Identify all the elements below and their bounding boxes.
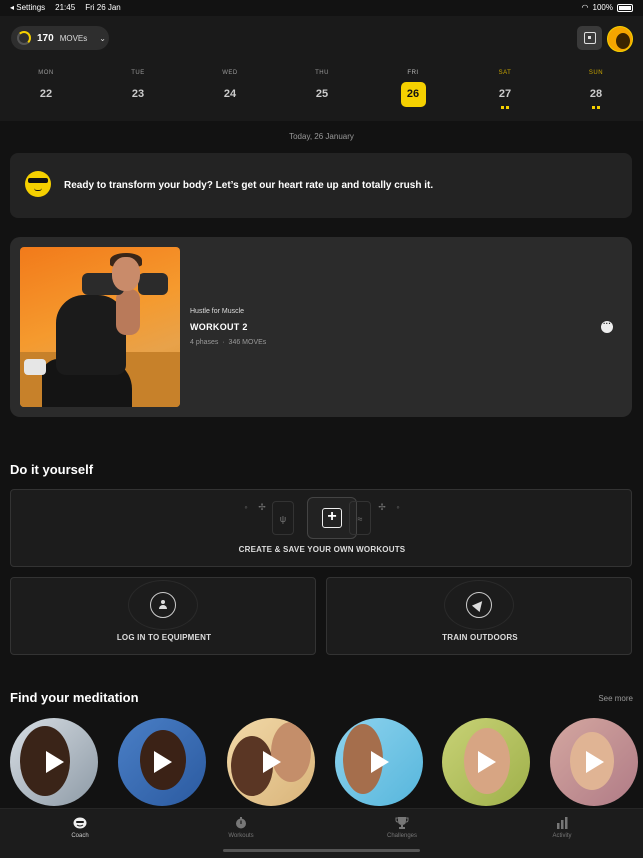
- day-name: THU: [315, 70, 329, 76]
- weights-icon: ψ: [272, 501, 294, 535]
- wifi-icon: ◠: [581, 3, 589, 12]
- create-workout-card[interactable]: ◦ ✢ ψ + ≈ ✢ ◦ CREATE & SAVE YOUR OWN WOR…: [10, 489, 632, 567]
- day-mon[interactable]: MON 22: [21, 70, 71, 107]
- more-options-icon[interactable]: ···: [601, 320, 613, 333]
- status-bar: ◂ Settings 21:45 Fri 26 Jan ◠ 100%: [0, 0, 643, 16]
- day-name: SUN: [588, 70, 604, 76]
- battery-icon: [617, 3, 633, 12]
- tab-label: Workouts: [228, 833, 254, 839]
- meditation-section-title: Find your meditation: [10, 690, 139, 705]
- day-date: 24: [223, 88, 237, 100]
- tab-label: Coach: [71, 833, 89, 839]
- see-more-link[interactable]: See more: [598, 694, 633, 703]
- workouts-icon: [236, 817, 246, 829]
- day-fri-today[interactable]: FRI 26: [388, 70, 438, 107]
- day-name: SAT: [498, 70, 512, 76]
- user-circle-icon: [150, 592, 176, 618]
- tab-workouts[interactable]: Workouts: [201, 817, 281, 839]
- day-date: 23: [131, 88, 145, 100]
- scan-button[interactable]: [577, 26, 602, 50]
- back-to-settings-link[interactable]: ◂ Settings: [10, 3, 45, 12]
- train-outdoors-label: TRAIN OUTDOORS: [442, 633, 518, 642]
- cycle-icon: ◦: [244, 502, 248, 512]
- workout-image: [20, 247, 180, 407]
- moves-unit: MOVEs: [59, 33, 88, 43]
- play-icon: [263, 751, 281, 773]
- day-date: 28: [589, 88, 603, 100]
- home-indicator: [223, 849, 420, 852]
- tab-label: Activity: [552, 833, 572, 839]
- meditation-item[interactable]: [10, 718, 98, 806]
- workout-card[interactable]: Hustle for Muscle WORKOUT 2 4 phases · 3…: [10, 237, 632, 417]
- status-time: 21:45: [55, 3, 76, 12]
- tab-coach[interactable]: Coach: [40, 817, 120, 839]
- battery-percent: 100%: [592, 3, 613, 12]
- day-sat[interactable]: SAT 27: [480, 70, 530, 110]
- day-wed[interactable]: WED 24: [205, 70, 255, 107]
- day-name: MON: [38, 70, 54, 76]
- tab-challenges[interactable]: Challenges: [362, 817, 442, 839]
- meditation-item[interactable]: [227, 718, 315, 806]
- day-name: TUE: [131, 70, 145, 76]
- create-workout-label: CREATE & SAVE YOUR OWN WORKOUTS: [238, 545, 406, 554]
- meditation-item[interactable]: [335, 718, 423, 806]
- meditation-item[interactable]: [442, 718, 530, 806]
- train-outdoors-card[interactable]: TRAIN OUTDOORS: [326, 577, 632, 655]
- day-thu[interactable]: THU 25: [297, 70, 347, 107]
- run-icon: ✢: [378, 502, 386, 512]
- day-sun[interactable]: SUN 28: [571, 70, 621, 110]
- plus-icon: +: [322, 508, 342, 528]
- tab-activity[interactable]: Activity: [522, 817, 602, 839]
- coach-icon: [73, 817, 87, 829]
- coach-message: Ready to transform your body? Let’s get …: [64, 180, 434, 191]
- workout-meta: 4 phases · 346 MOVEs: [190, 339, 266, 346]
- qr-scan-icon: [583, 32, 596, 44]
- week-calendar: MON 22 TUE 23 WED 24 THU 25 FRI 26 SAT 2…: [0, 70, 643, 110]
- header: 170 MOVEs ⌄ MON 22 TUE 23 WED 24 THU 25 …: [0, 16, 643, 121]
- chevron-down-icon: ⌄: [99, 33, 106, 43]
- sunglasses-emoji-icon: [25, 171, 51, 197]
- meta-separator: ·: [222, 339, 225, 346]
- moves-selector[interactable]: 170 MOVEs ⌄: [11, 26, 109, 50]
- login-equipment-card[interactable]: LOG IN TO EQUIPMENT: [10, 577, 316, 655]
- moves-progress-ring-icon: [17, 31, 31, 45]
- play-icon: [371, 751, 389, 773]
- play-icon: [478, 751, 496, 773]
- avatar[interactable]: [607, 26, 633, 52]
- day-name: FRI: [407, 70, 419, 76]
- coach-message-banner: Ready to transform your body? Let’s get …: [10, 153, 632, 218]
- navigation-arrow-icon: [466, 592, 492, 618]
- meditation-item[interactable]: [550, 718, 638, 806]
- workout-moves: 346 MOVEs: [228, 339, 267, 346]
- day-date: 25: [315, 88, 329, 100]
- day-name: WED: [222, 70, 238, 76]
- play-icon: [154, 751, 172, 773]
- rowing-icon: ≈: [349, 501, 371, 535]
- login-equipment-label: LOG IN TO EQUIPMENT: [116, 633, 212, 642]
- workout-phases: 4 phases: [190, 339, 219, 346]
- meditation-item[interactable]: [118, 718, 206, 806]
- day-date: 27: [498, 88, 512, 100]
- day-date: 22: [39, 88, 53, 100]
- workout-brand: Hustle for Muscle: [190, 308, 245, 315]
- play-icon: [46, 751, 64, 773]
- stretch-icon: ◦: [396, 502, 400, 512]
- meditation-carousel: [10, 718, 643, 808]
- tab-label: Challenges: [386, 833, 418, 839]
- play-icon: [586, 751, 604, 773]
- day-tue[interactable]: TUE 23: [113, 70, 163, 107]
- moves-value: 170: [37, 32, 54, 44]
- diy-section-title: Do it yourself: [10, 462, 94, 477]
- today-label: Today, 26 January: [289, 132, 354, 141]
- day-date: 26: [400, 82, 426, 107]
- workout-title: WORKOUT 2: [190, 322, 248, 332]
- status-date: Fri 26 Jan: [85, 3, 121, 12]
- trophy-icon: [395, 817, 409, 829]
- bar-chart-icon: [557, 817, 568, 829]
- walk-icon: ✢: [258, 502, 266, 512]
